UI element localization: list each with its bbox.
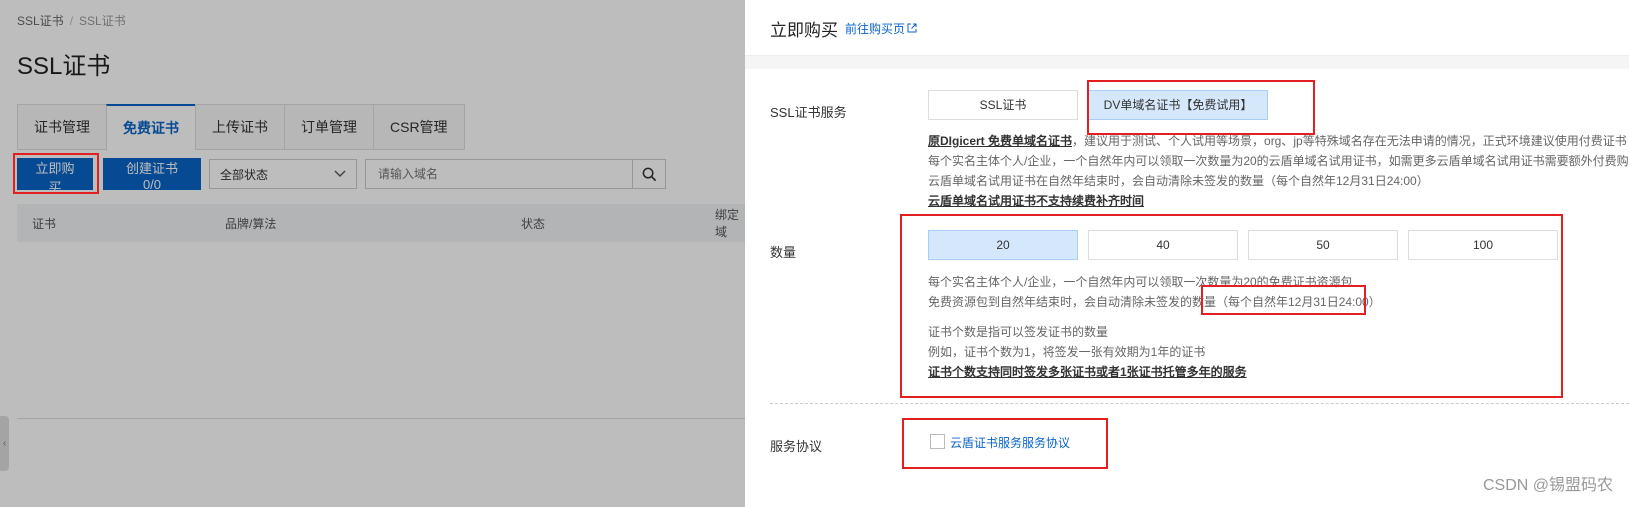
- highlight-box: [13, 153, 99, 194]
- service-description: 原DIgicert 免费单域名证书，建议用于测试、个人试用等场景，org、jp等…: [928, 131, 1629, 211]
- service-desc-text: ，建议用于测试、个人试用等场景，org、jp等特殊域名存在无法申请的情况，正式环…: [1072, 134, 1627, 148]
- service-desc-line: 每个实名主体个人/企业，一个自然年内可以领取一次数量为20的云盾单域名试用证书，…: [928, 154, 1629, 168]
- watermark: CSDN @锡盟码农: [1482, 477, 1613, 494]
- drawer-header: 立即购买 前往购买页: [745, 0, 1629, 56]
- external-link-icon: [907, 23, 917, 33]
- goto-purchase-link[interactable]: 前往购买页: [845, 20, 917, 37]
- highlight-box: [1087, 80, 1315, 135]
- service-desc-note[interactable]: 云盾单域名试用证书不支持续费补齐时间: [928, 191, 1629, 211]
- drawer-title: 立即购买: [770, 21, 838, 40]
- quantity-label: 数量: [770, 245, 797, 260]
- agreement-label: 服务协议: [770, 439, 823, 454]
- goto-purchase-link-label: 前往购买页: [845, 22, 906, 36]
- highlight-box: [900, 214, 1563, 398]
- option-ssl-cert[interactable]: SSL证书: [928, 90, 1078, 120]
- service-desc-title[interactable]: 原DIgicert 免费单域名证书: [928, 134, 1072, 148]
- ssl-service-label: SSL证书服务: [770, 105, 847, 120]
- dashed-divider: [770, 403, 1629, 404]
- highlight-box: [902, 418, 1108, 469]
- purchase-drawer: 立即购买 前往购买页 SSL证书服务 SSL证书 DV单域名证书【免费试用】 原…: [745, 0, 1629, 507]
- modal-overlay[interactable]: [0, 0, 745, 507]
- service-desc-line: 云盾单域名试用证书在自然年结束时，会自动清除未签发的数量（每个自然年12月31日…: [928, 174, 1429, 188]
- section-divider: [745, 56, 1629, 69]
